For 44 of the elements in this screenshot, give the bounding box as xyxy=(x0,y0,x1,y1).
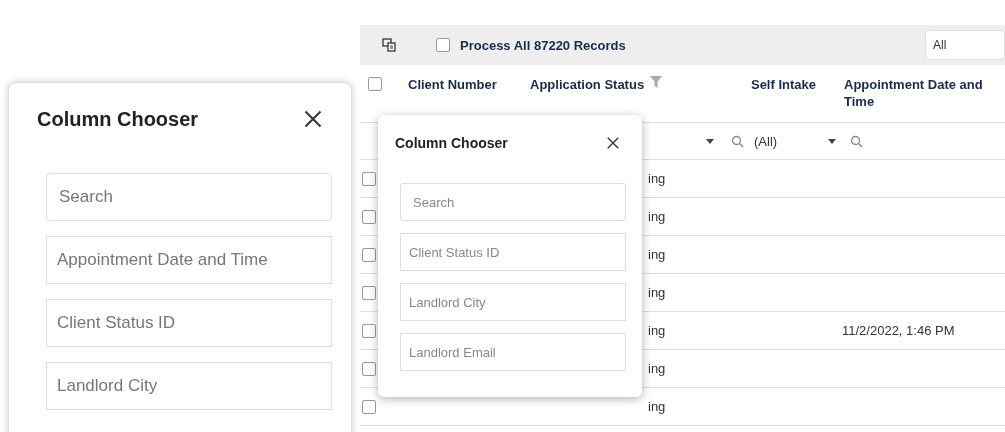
column-header[interactable]: Appointment Date and Time xyxy=(844,76,1005,110)
filter-select[interactable]: All xyxy=(925,30,1005,60)
column-header[interactable]: Application Status xyxy=(530,76,645,93)
column-header[interactable]: Client Number xyxy=(408,76,497,93)
column-chooser-icon[interactable] xyxy=(382,38,396,52)
dialog-title: Column Chooser xyxy=(395,135,508,151)
row-checkbox[interactable] xyxy=(362,399,376,414)
checkbox[interactable] xyxy=(368,77,382,91)
status-text: ing xyxy=(648,247,666,262)
column-item[interactable]: Landlord City xyxy=(400,283,626,321)
process-all-label: Process All 87220 Records xyxy=(460,37,626,53)
column-header[interactable]: Self Intake xyxy=(750,76,816,93)
status-text: ing xyxy=(648,171,666,186)
row-checkbox[interactable] xyxy=(362,247,376,262)
close-button[interactable] xyxy=(303,109,323,129)
row-checkbox[interactable] xyxy=(362,171,376,186)
caret-icon[interactable] xyxy=(828,138,836,144)
close-button[interactable] xyxy=(606,136,620,150)
checkbox[interactable] xyxy=(436,38,450,52)
status-text: ing xyxy=(648,399,666,414)
caret-icon[interactable] xyxy=(706,138,714,144)
row-checkbox[interactable] xyxy=(362,361,376,376)
column-item[interactable]: Client Status ID xyxy=(46,299,332,347)
row-checkbox[interactable] xyxy=(362,209,376,224)
close-icon xyxy=(303,109,323,129)
panel-title: Column Chooser xyxy=(37,107,199,131)
search-icon[interactable] xyxy=(850,134,863,148)
column-item[interactable]: Client Status ID xyxy=(400,233,626,271)
status-text: ing xyxy=(648,209,666,224)
row-checkbox[interactable] xyxy=(362,285,376,300)
status-text: ing xyxy=(648,323,666,338)
close-icon xyxy=(606,136,620,150)
filter-icon[interactable] xyxy=(650,76,663,88)
column-item[interactable]: Landlord Email xyxy=(400,333,626,371)
column-item[interactable]: Appointment Date and Time xyxy=(46,236,332,284)
column-item[interactable]: Landlord City xyxy=(46,362,332,410)
status-text: ing xyxy=(648,361,666,376)
search-icon[interactable] xyxy=(731,134,744,148)
search-field[interactable]: Search xyxy=(400,183,626,221)
search-field[interactable]: Search xyxy=(46,173,332,221)
appointment-text: 11/2/2022, 1:46 PM xyxy=(842,323,955,338)
filter-value[interactable]: (All) xyxy=(754,133,778,149)
status-text: ing xyxy=(648,285,666,300)
row-checkbox[interactable] xyxy=(362,323,376,338)
